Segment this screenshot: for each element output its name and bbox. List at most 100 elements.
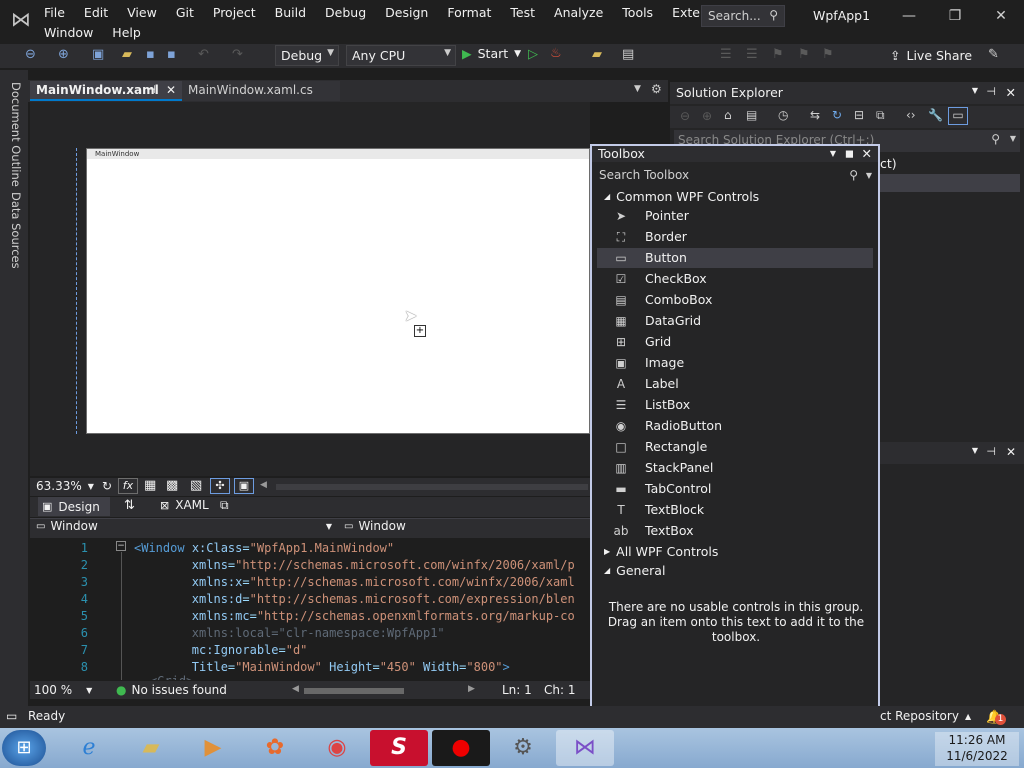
code-line[interactable]: xmlns:x="http://schemas.microsoft.com/wi… [134, 575, 575, 589]
new-project-icon[interactable]: ▣ [92, 47, 104, 62]
menu-debug[interactable]: Debug [325, 5, 366, 20]
close-icon[interactable]: ✕ [166, 83, 176, 97]
device-preview-icon[interactable]: ▣ [234, 478, 254, 494]
popout-icon[interactable]: ⧉ [220, 498, 229, 513]
record-icon[interactable]: ● [432, 730, 490, 766]
nav-member-select[interactable]: ▭ Window [344, 519, 584, 533]
align-icon[interactable]: ☰ [720, 47, 732, 62]
solution-tree-selected-row[interactable] [880, 174, 1020, 192]
code-line[interactable]: xmlns:local="clr-namespace:WpfApp1" [134, 626, 445, 640]
menu-git[interactable]: Git [176, 5, 194, 20]
tab-data-sources[interactable]: Data Sources [9, 192, 23, 269]
bookmark-next-icon[interactable]: ⚑ [822, 47, 834, 62]
internet-explorer-icon[interactable]: ℯ [60, 730, 118, 766]
code-line[interactable]: xmlns:mc="http://schemas.openxmlformats.… [134, 609, 575, 623]
toolbox-item-rectangle[interactable]: □ Rectangle [597, 437, 873, 457]
horizontal-scrollbar[interactable] [276, 484, 588, 490]
toolbox-item-listbox[interactable]: ☰ ListBox [597, 395, 873, 415]
close-icon[interactable]: ✕ [862, 146, 872, 162]
back-icon[interactable]: ⊖ [25, 47, 36, 62]
redo-icon[interactable]: ↷ [232, 47, 243, 62]
chevron-down-icon[interactable]: ▼ [1010, 134, 1016, 143]
code-line[interactable]: mc:Ignorable="d" [134, 643, 308, 657]
chevron-down-icon[interactable]: ▼ [830, 146, 836, 162]
folder-icon[interactable]: ▰ [592, 47, 602, 62]
swap-panes-icon[interactable]: ⇅ [124, 498, 135, 513]
toolbox-item-textblock[interactable]: T TextBlock [597, 500, 873, 520]
restore-button[interactable]: ❐ [945, 8, 965, 24]
menu-help[interactable]: Help [112, 25, 141, 40]
toolbox-empty-message[interactable]: There are no usable controls in this gro… [606, 600, 866, 645]
toolbox-item-pointer[interactable]: ➤ Pointer [597, 206, 873, 226]
code-line[interactable]: xmlns:d="http://schemas.microsoft.com/ex… [134, 592, 575, 606]
toolbox-item-checkbox[interactable]: ☑ CheckBox [597, 269, 873, 289]
refresh-icon[interactable]: ↻ [102, 479, 112, 493]
bookmark-prev-icon[interactable]: ⚑ [798, 47, 810, 62]
system-clock[interactable]: 11:26 AM 11/6/2022 [935, 732, 1019, 766]
toolbox-item-datagrid[interactable]: ▦ DataGrid [597, 311, 873, 331]
editor-zoom-select[interactable]: 100 % ▼ [34, 683, 92, 697]
scroll-left-icon[interactable]: ◀ [292, 684, 299, 694]
close-icon[interactable]: ✕ [1006, 445, 1016, 459]
scroll-right-icon[interactable]: ▶ [468, 684, 475, 694]
chevron-down-icon[interactable]: ▼ [972, 446, 978, 455]
close-window-button[interactable]: ✕ [991, 8, 1011, 24]
toolbox-item-border[interactable]: ⛶ Border [597, 227, 873, 247]
undo-icon[interactable]: ↶ [198, 47, 209, 62]
start-without-debugging-icon[interactable]: ▷ [528, 47, 538, 62]
toolbox-group-all[interactable]: ▶ All WPF Controls [604, 544, 718, 559]
toolbox-item-textbox[interactable]: ab TextBox [597, 521, 873, 541]
start-button[interactable]: ▶ Start ▼ [462, 46, 521, 61]
effects-fx-icon[interactable]: fx [118, 478, 138, 494]
close-icon[interactable]: ✕ [1006, 85, 1016, 100]
menu-file[interactable]: File [44, 5, 65, 20]
scroll-left-icon[interactable]: ◀ [260, 480, 267, 490]
menu-analyze[interactable]: Analyze [554, 5, 603, 20]
layout-icon[interactable]: ▤ [622, 47, 634, 62]
app-icon[interactable]: ✿ [246, 730, 304, 766]
open-folder-icon[interactable]: ▰ [122, 47, 132, 62]
menu-edit[interactable]: Edit [84, 5, 108, 20]
editor-horizontal-scrollbar[interactable] [304, 688, 404, 694]
add-to-source-control-button[interactable]: ct Repository ▲ [880, 709, 971, 723]
switch-views-icon[interactable]: ▤ [746, 108, 757, 122]
menu-build[interactable]: Build [275, 5, 306, 20]
toolbox-search-input[interactable]: Search Toolbox ⚲ ▼ [594, 165, 876, 185]
indent-icon[interactable]: ☰ [746, 47, 758, 62]
menu-format[interactable]: Format [447, 5, 491, 20]
design-window-preview[interactable]: MainWindow [86, 148, 590, 434]
code-view-icon[interactable]: ‹› [906, 108, 916, 122]
chrome-icon[interactable]: ◉ [308, 730, 366, 766]
properties-wrench-icon[interactable]: 🔧 [928, 108, 943, 122]
pin-icon[interactable]: ⊣ [146, 83, 156, 96]
forward-icon[interactable]: ⊕ [58, 47, 69, 62]
show-all-files-icon[interactable]: ⧉ [876, 108, 885, 123]
toolbox-item-label[interactable]: A Label [597, 374, 873, 394]
menu-design[interactable]: Design [385, 5, 428, 20]
toolbox-group-general[interactable]: ◢ General [604, 563, 665, 578]
code-line[interactable]: Title="MainWindow" Height="450" Width="8… [134, 660, 510, 674]
toolbox-item-combobox[interactable]: ▤ ComboBox [597, 290, 873, 310]
sync-icon[interactable]: ⇆ [810, 108, 820, 122]
tab-xaml[interactable]: ⊠ XAML [160, 498, 209, 512]
pending-changes-icon[interactable]: ◷ [778, 108, 788, 122]
maximize-icon[interactable]: ◼ [845, 146, 854, 162]
visual-studio-taskbar-icon[interactable]: ⋈ [556, 730, 614, 766]
gear-icon[interactable]: ⚙ [651, 82, 662, 96]
toolbox-item-stackpanel[interactable]: ▥ StackPanel [597, 458, 873, 478]
solution-tree-item[interactable]: ct) [880, 156, 897, 171]
save-icon[interactable]: ▪ [146, 47, 155, 62]
collapse-all-icon[interactable]: ⊟ [854, 108, 864, 122]
save-all-icon[interactable]: ▪ [167, 47, 176, 62]
configuration-select[interactable]: Debug ▼ [275, 45, 339, 66]
file-explorer-icon[interactable]: ▰ [122, 730, 180, 766]
minimize-button[interactable]: — [899, 8, 919, 24]
grid-toggle-icon[interactable]: ▦ [144, 478, 156, 493]
collapse-region-icon[interactable]: − [116, 541, 126, 551]
home-icon[interactable]: ⌂ [724, 108, 732, 122]
snap-lines-icon[interactable]: ✣ [210, 478, 230, 494]
tab-document-outline[interactable]: Document Outline [9, 82, 23, 187]
tab-design[interactable]: ▣ Design [38, 497, 110, 516]
snap-grid-icon[interactable]: ▩ [166, 478, 178, 493]
pin-icon[interactable]: ⊣ [986, 85, 996, 98]
